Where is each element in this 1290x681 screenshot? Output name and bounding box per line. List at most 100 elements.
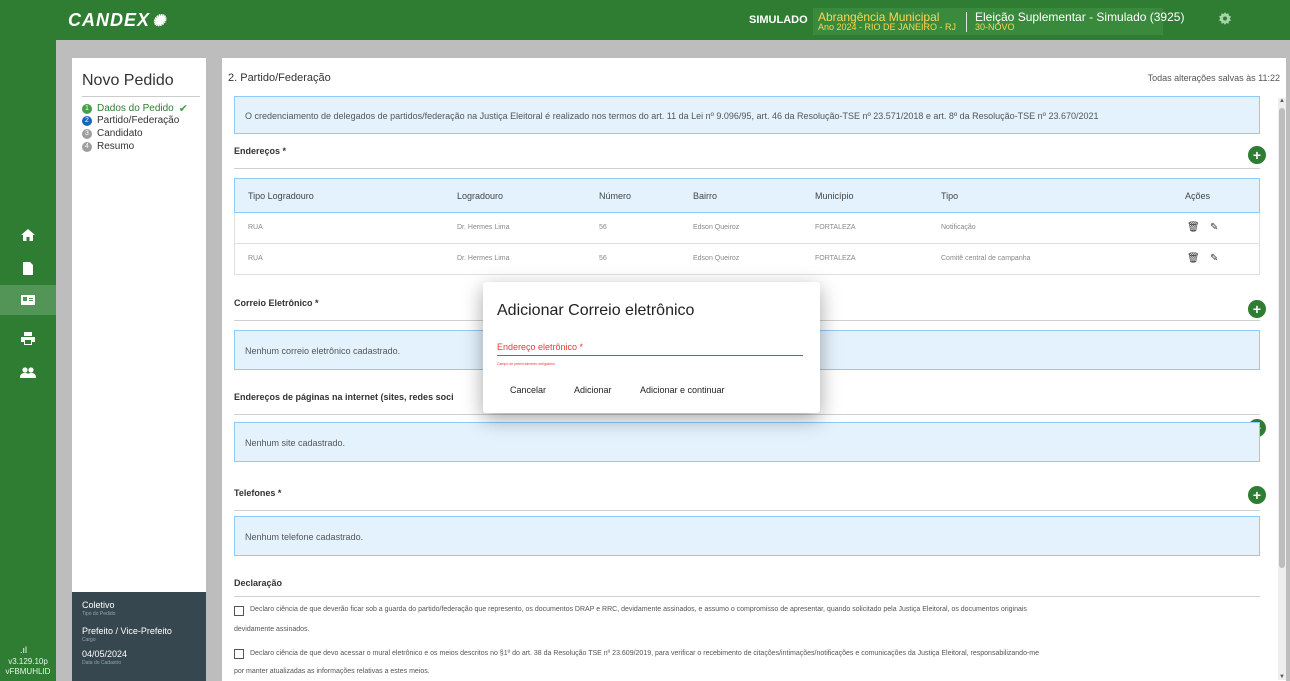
cell: Edson Queiroz bbox=[693, 224, 740, 231]
add-endereco-button[interactable]: + bbox=[1248, 146, 1266, 164]
cell: RUA bbox=[248, 255, 263, 262]
document-icon[interactable] bbox=[0, 253, 56, 283]
mode-label: SIMULADO bbox=[749, 14, 808, 26]
divider bbox=[234, 510, 1260, 511]
pencil-icon[interactable]: ✎ bbox=[1210, 253, 1218, 264]
home-icon[interactable] bbox=[0, 220, 56, 250]
step-number: 3 bbox=[82, 128, 92, 139]
col-tipo: Tipo bbox=[941, 191, 959, 201]
dialog-title: Adicionar Correio eletrônico bbox=[497, 302, 695, 319]
request-meta-panel: Coletivo Tipo do Pedido Prefeito / Vice-… bbox=[72, 592, 206, 681]
step-label: Dados do Pedido bbox=[97, 103, 174, 114]
cell: RUA bbox=[248, 224, 263, 231]
declaracao-1-text: Declaro ciência de que deverão ficar sob… bbox=[250, 606, 1027, 613]
scroll-thumb[interactable] bbox=[1279, 108, 1285, 568]
col-logradouro: Logradouro bbox=[457, 191, 504, 201]
add-email-button[interactable]: + bbox=[1248, 300, 1266, 318]
trash-icon[interactable]: 🗑 bbox=[1187, 253, 1200, 264]
app-logo[interactable]: CANDEX ✺ bbox=[68, 10, 166, 31]
declaracao-1-text-cont: devidamente assinados. bbox=[234, 626, 310, 633]
divider bbox=[234, 414, 1260, 415]
enderecos-label: Endereços * bbox=[234, 146, 287, 156]
add-continue-button[interactable]: Adicionar e continuar bbox=[640, 385, 725, 395]
pencil-icon[interactable]: ✎ bbox=[1210, 222, 1218, 233]
cell: Dr. Hermes Lima bbox=[457, 255, 510, 262]
gear-icon[interactable] bbox=[1218, 12, 1232, 31]
col-numero: Número bbox=[599, 191, 632, 201]
declaracao-2-checkbox[interactable] bbox=[234, 649, 244, 659]
cargo-value: Prefeito / Vice-Prefeito bbox=[82, 626, 172, 636]
cell: Dr. Hermes Lima bbox=[457, 224, 510, 231]
col-tipo-logradouro: Tipo Logradouro bbox=[248, 191, 314, 201]
side-rail: .ıl v3.129.10p vFBMUHLID bbox=[0, 0, 56, 681]
step-resumo[interactable]: 4 Resumo bbox=[82, 141, 134, 152]
trash-icon[interactable]: 🗑 bbox=[1187, 222, 1200, 233]
add-email-dialog: Adicionar Correio eletrônico Endereço el… bbox=[483, 282, 820, 413]
tipo-value: Coletivo bbox=[82, 600, 115, 610]
declaracao-2-text-cont: por manter atualizadas as informações re… bbox=[234, 668, 430, 675]
step-number: 1 bbox=[82, 103, 92, 114]
cell: 56 bbox=[599, 224, 607, 231]
cell: Notificação bbox=[941, 224, 976, 231]
sun-icon: ✺ bbox=[152, 12, 167, 30]
tipo-caption: Tipo do Pedido bbox=[82, 611, 116, 617]
stepper-title: Novo Pedido bbox=[82, 72, 174, 89]
declaracao-label: Declaração bbox=[234, 578, 283, 588]
sites-label: Endereços de páginas na internet (sites,… bbox=[234, 392, 454, 402]
eleicao-sub-text: 30-NOVO bbox=[975, 22, 1015, 32]
step-partido-federacao[interactable]: 2 Partido/Federação bbox=[82, 115, 179, 126]
email-empty-text: Nenhum correio eletrônico cadastrado. bbox=[245, 346, 401, 356]
add-button[interactable]: Adicionar bbox=[574, 385, 612, 395]
phones-label: Telefones * bbox=[234, 488, 282, 498]
step-candidato[interactable]: 3 Candidato bbox=[82, 128, 143, 139]
version-info: v3.129.10p vFBMUHLID bbox=[0, 657, 56, 677]
col-municipio: Município bbox=[815, 191, 854, 201]
info-box: O credenciamento de delegados de partido… bbox=[234, 96, 1260, 134]
email-field[interactable] bbox=[497, 355, 803, 356]
scroll-down-icon[interactable]: ▼ bbox=[1278, 674, 1286, 680]
step-number: 2 bbox=[82, 115, 92, 126]
cell: Comitê central de campanha bbox=[941, 255, 1031, 262]
cancel-button[interactable]: Cancelar bbox=[510, 385, 546, 395]
email-label: Correio Eletrônico * bbox=[234, 298, 319, 308]
check-icon: ✔ bbox=[178, 103, 188, 115]
col-acoes: Ações bbox=[1185, 191, 1211, 201]
id-card-icon[interactable] bbox=[0, 285, 56, 315]
info-text: O credenciamento de delegados de partido… bbox=[245, 111, 1099, 121]
col-bairro: Bairro bbox=[693, 191, 718, 201]
cell: FORTALEZA bbox=[815, 224, 856, 231]
email-field-error: Campo de preenchimento obrigatório. bbox=[497, 362, 556, 366]
declaracao-2-text: Declaro ciência de que devo acessar o mu… bbox=[250, 650, 1040, 657]
print-icon[interactable] bbox=[0, 323, 56, 353]
users-icon[interactable] bbox=[0, 357, 56, 387]
phones-empty-text: Nenhum telefone cadastrado. bbox=[245, 532, 364, 542]
cell: FORTALEZA bbox=[815, 255, 856, 262]
step-label: Resumo bbox=[97, 141, 135, 152]
version-text: v3.129.10p bbox=[8, 657, 48, 666]
divider bbox=[234, 596, 1260, 597]
signal-icon: .ıl bbox=[20, 645, 28, 655]
data-value: 04/05/2024 bbox=[82, 649, 128, 659]
logo-text: CANDEX bbox=[68, 10, 151, 30]
stepper-panel: Novo Pedido 1 Dados do Pedido ✔ 2 Partid… bbox=[72, 58, 206, 681]
page-title: 2. Partido/Federação bbox=[228, 72, 331, 84]
divider bbox=[234, 168, 1260, 169]
phones-empty-box: Nenhum telefone cadastrado. bbox=[234, 516, 1260, 556]
scroll-up-icon[interactable]: ▲ bbox=[1278, 98, 1286, 104]
cell: 56 bbox=[599, 255, 607, 262]
divider bbox=[82, 96, 200, 97]
save-status: Todas alterações salvas às 11:22 bbox=[1147, 73, 1280, 83]
data-caption: Data do Cadastro bbox=[82, 660, 122, 666]
table-header: Tipo Logradouro Logradouro Número Bairro… bbox=[234, 178, 1260, 213]
step-dados-do-pedido[interactable]: 1 Dados do Pedido ✔ bbox=[82, 102, 188, 115]
sites-empty-box: Nenhum site cadastrado. bbox=[234, 422, 1260, 462]
scrollbar[interactable]: ▲ ▼ bbox=[1278, 98, 1286, 680]
build-text: vFBMUHLID bbox=[5, 667, 51, 676]
cell: Edson Queiroz bbox=[693, 255, 740, 262]
sites-empty-text: Nenhum site cadastrado. bbox=[245, 438, 346, 448]
step-number: 4 bbox=[82, 141, 92, 152]
email-field-label: Endereço eletrônico * bbox=[497, 342, 584, 352]
ano-local-text: Ano 2024 - RIO DE JANEIRO - RJ bbox=[818, 22, 957, 32]
declaracao-1-checkbox[interactable] bbox=[234, 606, 244, 616]
add-phone-button[interactable]: + bbox=[1248, 486, 1266, 504]
